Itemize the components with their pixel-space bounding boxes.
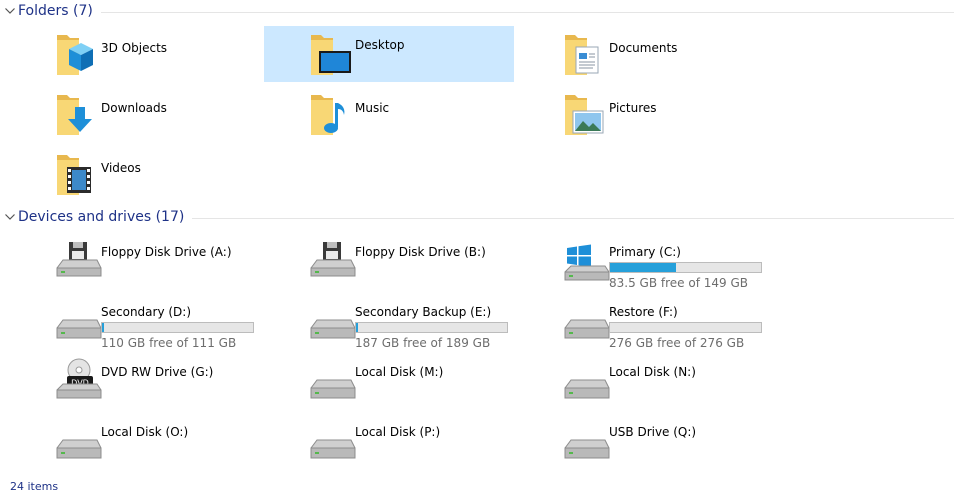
folder-label: Documents (609, 41, 678, 55)
chevron-down-icon[interactable] (4, 211, 16, 223)
hard-drive-icon (563, 358, 611, 406)
chevron-down-icon[interactable] (4, 5, 16, 17)
drive-usage-bar (355, 322, 508, 333)
folder-videos[interactable]: Videos (55, 149, 305, 205)
folder-label: Music (355, 101, 390, 115)
drive-label: Floppy Disk Drive (B:) (355, 245, 486, 259)
drive-d[interactable]: Secondary (D:) 110 GB free of 111 GB (55, 298, 305, 354)
drive-label: Secondary (D:) (101, 305, 192, 319)
folder-label: 3D Objects (101, 41, 168, 55)
hard-drive-icon (563, 418, 611, 466)
hard-drive-icon (55, 298, 103, 346)
drive-label: Floppy Disk Drive (A:) (101, 245, 232, 259)
hard-drive-icon (55, 418, 103, 466)
drive-free-space: 83.5 GB free of 149 GB (609, 276, 748, 290)
drives-group-header[interactable]: Devices and drives (17) (0, 206, 958, 228)
floppy-drive-icon (55, 238, 103, 286)
drive-label: Local Disk (M:) (355, 365, 444, 379)
drive-free-space: 276 GB free of 276 GB (609, 336, 745, 350)
group-divider (192, 217, 954, 219)
folder-documents[interactable]: Documents (563, 29, 813, 85)
pictures-folder-icon (563, 89, 611, 137)
drive-free-space: 110 GB free of 111 GB (101, 336, 237, 350)
drive-q[interactable]: USB Drive (Q:) (563, 418, 813, 474)
drive-label: USB Drive (Q:) (609, 425, 697, 439)
drive-label: Local Disk (O:) (101, 425, 189, 439)
drive-label: Local Disk (N:) (609, 365, 696, 379)
drive-a[interactable]: Floppy Disk Drive (A:) (55, 238, 305, 294)
folder-label: Desktop (355, 38, 405, 52)
folder-music[interactable]: Music (309, 89, 559, 145)
folder-downloads[interactable]: Downloads (55, 89, 305, 145)
drive-b[interactable]: Floppy Disk Drive (B:) (309, 238, 559, 294)
folder-pictures[interactable]: Pictures (563, 89, 813, 145)
drive-m[interactable]: Local Disk (M:) (309, 358, 559, 414)
hard-drive-icon (563, 298, 611, 346)
drive-e[interactable]: Secondary Backup (E:) 187 GB free of 189… (309, 298, 559, 354)
drive-c[interactable]: Primary (C:) 83.5 GB free of 149 GB (563, 238, 813, 294)
3d-objects-folder-icon (55, 29, 103, 77)
folder-label: Pictures (609, 101, 657, 115)
hard-drive-icon (309, 418, 357, 466)
drive-usage-fill (356, 323, 358, 332)
hard-drive-icon (309, 358, 357, 406)
hard-drive-icon (309, 298, 357, 346)
drive-usage-bar (609, 322, 762, 333)
drives-group-title: Devices and drives (17) (18, 209, 185, 225)
drive-usage-fill (610, 263, 677, 272)
drive-label: DVD RW Drive (G:) (101, 365, 214, 379)
videos-folder-icon (55, 149, 103, 197)
music-folder-icon (309, 89, 357, 137)
folders-group-title: Folders (7) (18, 3, 93, 19)
folder-desktop[interactable]: Desktop (264, 26, 514, 82)
drive-p[interactable]: Local Disk (P:) (309, 418, 559, 474)
drive-label: Local Disk (P:) (355, 425, 441, 439)
drive-f[interactable]: Restore (F:) 276 GB free of 276 GB (563, 298, 813, 354)
folders-group-header[interactable]: Folders (7) (0, 0, 958, 22)
dvd-drive-icon: DVD (55, 358, 103, 406)
drive-o[interactable]: Local Disk (O:) (55, 418, 305, 474)
drive-label: Restore (F:) (609, 305, 678, 319)
folder-label: Downloads (101, 101, 167, 115)
downloads-folder-icon (55, 89, 103, 137)
documents-folder-icon (563, 29, 611, 77)
group-divider (100, 11, 954, 13)
drive-free-space: 187 GB free of 189 GB (355, 336, 491, 350)
drive-n[interactable]: Local Disk (N:) (563, 358, 813, 414)
drive-usage-bar (609, 262, 762, 273)
drive-usage-fill (102, 323, 104, 332)
desktop-folder-icon (309, 29, 357, 77)
drive-label: Secondary Backup (E:) (355, 305, 492, 319)
drive-label: Primary (C:) (609, 245, 681, 259)
status-item-count: 24 items (10, 480, 59, 493)
drive-g[interactable]: DVD DVD RW Drive (G:) (55, 358, 305, 414)
floppy-drive-icon (309, 238, 357, 286)
drive-usage-bar (101, 322, 254, 333)
folder-label: Videos (101, 161, 141, 175)
windows-drive-icon (563, 238, 611, 286)
